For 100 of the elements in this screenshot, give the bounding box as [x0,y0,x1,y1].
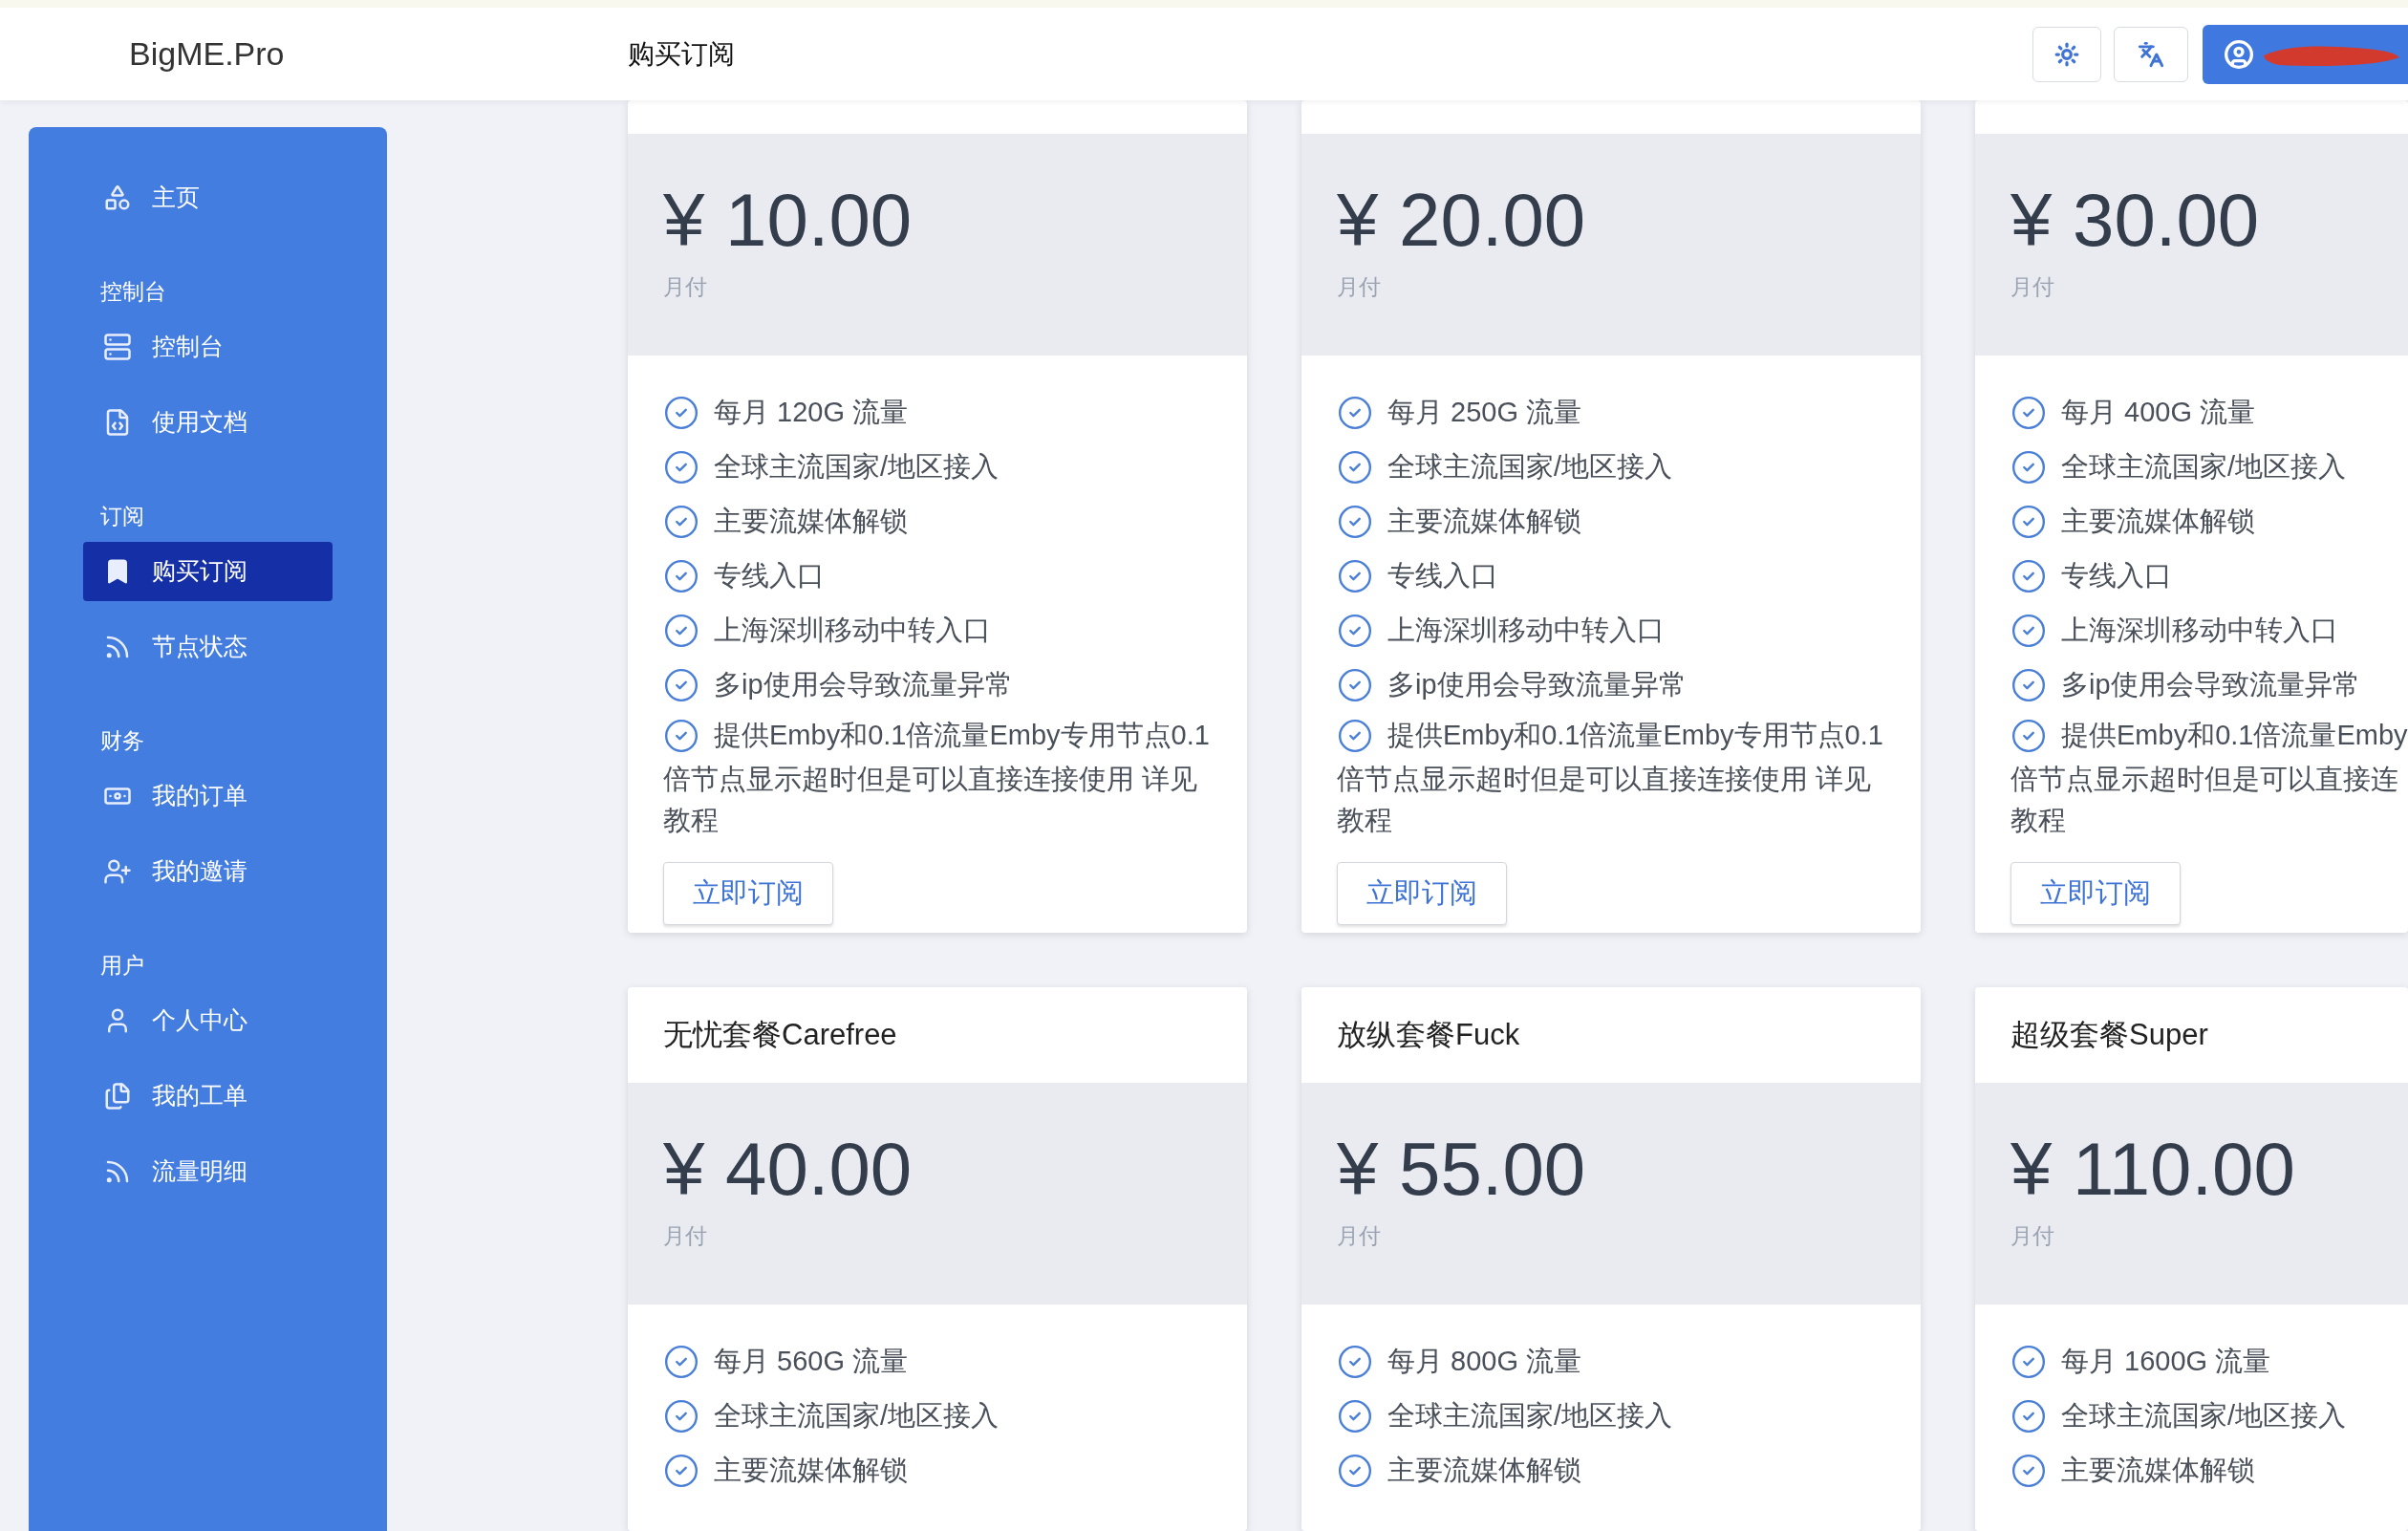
billing-period: 月付 [1337,273,1382,301]
feature-text: 全球主流国家/地区接入 [2061,1398,2347,1433]
check-circle-icon [1337,717,1373,754]
check-circle-icon [2010,557,2047,594]
check-circle-icon [663,612,699,649]
feature-text: 提供Emby和0.1倍流量Emby专用节点0.1 [1387,718,1883,752]
translate-icon [2138,40,2164,68]
plan-title: 超级套餐Super [2010,1016,2208,1053]
plan-title: 放纵套餐Fuck [1337,1016,1520,1053]
check-circle-icon [2010,448,2047,485]
plan-title: 无忧套餐Carefree [663,1016,897,1053]
billing-period: 月付 [1337,1222,1382,1250]
section-label: 用户 [100,951,144,980]
language-button[interactable] [2114,26,2188,82]
check-circle-icon [2010,666,2047,703]
feature-text: 多ip使用会导致流量异常 [1387,667,1687,701]
feature-text: 提供Emby和0.1倍流量Emby [2061,718,2408,752]
sidebar-item[interactable]: 节点状态 [83,617,333,677]
sidebar-item[interactable]: 个人中心 [83,991,333,1050]
user-icon [2224,38,2254,70]
feature-text: 全球主流国家/地区接入 [1387,449,1673,484]
check-circle-icon [1337,394,1373,431]
billing-period: 月付 [663,1222,708,1250]
feature-text: 上海深圳移动中转入口 [714,613,991,647]
feature-text: 每月 120G 流量 [714,395,909,429]
check-circle-icon [663,503,699,540]
check-circle-icon [663,1452,699,1489]
section-label: 财务 [100,726,144,755]
sidebar-item[interactable]: 购买订阅 [83,542,333,601]
feature-text-continuation: 倍节点显示超时但是可以直接连 教程 [2010,763,2398,837]
check-circle-icon [2010,1397,2047,1434]
check-circle-icon [1337,666,1373,703]
subscribe-button[interactable]: 立即订阅 [1337,862,1507,925]
feature-text: 上海深圳移动中转入口 [1387,613,1665,647]
feature-text: 专线入口 [2061,558,2172,593]
check-circle-icon [1337,1397,1373,1434]
check-circle-icon [2010,503,2047,540]
feature-text: 每月 800G 流量 [1387,1344,1582,1378]
feature-text: 主要流媒体解锁 [1387,504,1581,538]
theme-button[interactable] [2032,26,2101,82]
plan-price: ¥ 30.00 [2010,177,2261,263]
files-icon [103,1082,132,1111]
subscribe-button[interactable]: 立即订阅 [663,862,833,925]
page-title: 购买订阅 [628,37,735,71]
check-circle-icon [663,1397,699,1434]
check-circle-icon [663,717,699,754]
user-plus-icon [103,857,132,886]
check-circle-icon [663,557,699,594]
server-icon [103,333,132,361]
feature-text: 提供Emby和0.1倍流量Emby专用节点0.1 [714,718,1210,752]
plan-price: ¥ 110.00 [2010,1126,2296,1212]
check-circle-icon [663,666,699,703]
sidebar-item[interactable]: 我的工单 [83,1067,333,1126]
check-circle-icon [2010,612,2047,649]
sidebar-item[interactable]: 我的邀请 [83,842,333,901]
sidebar-item[interactable]: 控制台 [83,317,333,377]
feature-text: 多ip使用会导致流量异常 [714,667,1013,701]
check-circle-icon [1337,612,1373,649]
sidebar-item[interactable]: 主页 [83,168,333,227]
check-circle-icon [663,448,699,485]
feature-text: 全球主流国家/地区接入 [714,449,1000,484]
feature-text: 主要流媒体解锁 [2061,1453,2255,1487]
check-circle-icon [2010,717,2047,754]
check-circle-icon [1337,557,1373,594]
feature-text-continuation: 倍节点显示超时但是可以直接连接使用 详见 教程 [1337,763,1872,837]
site-logo[interactable]: BigME.Pro [129,30,628,78]
section-label: 订阅 [100,502,144,530]
feature-text: 主要流媒体解锁 [714,1453,908,1487]
feature-text: 全球主流国家/地区接入 [1387,1398,1673,1433]
check-circle-icon [1337,448,1373,485]
billing-period: 月付 [2010,1222,2055,1250]
feature-text: 每月 400G 流量 [2061,395,2256,429]
sidebar-item[interactable]: 使用文档 [83,393,333,452]
billing-period: 月付 [2010,273,2055,301]
plan-price: ¥ 55.00 [1337,1126,1587,1212]
check-circle-icon [1337,1343,1373,1380]
feature-text: 多ip使用会导致流量异常 [2061,667,2360,701]
check-circle-icon [663,394,699,431]
plan-price: ¥ 20.00 [1337,177,1587,263]
plan-price: ¥ 10.00 [663,177,914,263]
section-label: 控制台 [100,277,166,306]
billing-period: 月付 [663,273,708,301]
feature-text: 主要流媒体解锁 [714,504,908,538]
account-button[interactable] [2203,24,2408,84]
feature-text: 专线入口 [714,558,825,593]
check-circle-icon [1337,503,1373,540]
check-circle-icon [2010,1452,2047,1489]
feature-text: 主要流媒体解锁 [2061,504,2255,538]
feature-text: 每月 560G 流量 [714,1344,909,1378]
plan-price: ¥ 40.00 [663,1126,914,1212]
feature-text: 专线入口 [1387,558,1498,593]
sidebar-item[interactable]: 我的订单 [83,766,333,826]
check-circle-icon [663,1343,699,1380]
check-circle-icon [1337,1452,1373,1489]
subscribe-button[interactable]: 立即订阅 [2010,862,2181,925]
feature-text: 上海深圳移动中转入口 [2061,613,2338,647]
check-circle-icon [2010,1343,2047,1380]
feature-text: 每月 250G 流量 [1387,395,1582,429]
check-circle-icon [2010,394,2047,431]
sidebar-item[interactable]: 流量明细 [83,1142,333,1201]
